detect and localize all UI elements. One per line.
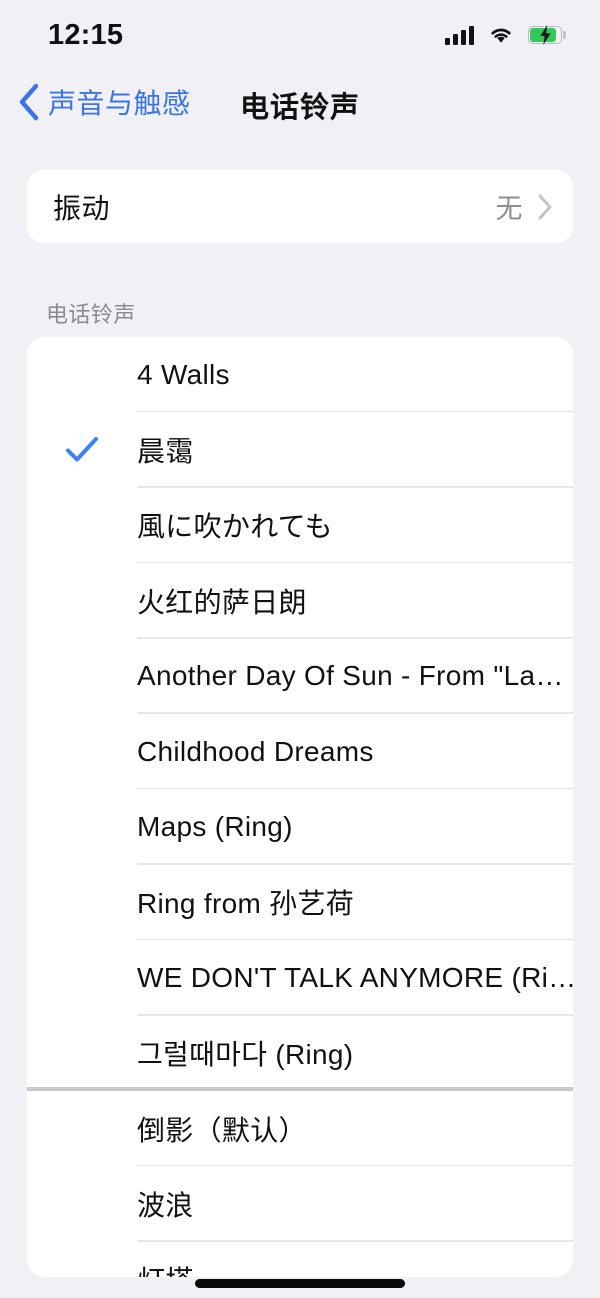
chevron-left-icon (19, 83, 39, 121)
status-bar: 12:15 (0, 0, 600, 70)
back-button-label: 声音与触感 (48, 88, 191, 119)
ringtone-row[interactable]: Ring from 孙艺荷 (27, 865, 573, 941)
ringtone-label: 4 Walls (137, 358, 230, 390)
vibration-row[interactable]: 振动 无 (27, 170, 573, 243)
ringtone-row[interactable]: Childhood Dreams (27, 714, 573, 790)
page-title: 电话铃声 (240, 92, 361, 124)
ringtone-row[interactable]: 風に吹かれても (27, 488, 573, 564)
wifi-icon (491, 28, 511, 43)
ringtone-check-slot (27, 436, 137, 464)
ringtone-row[interactable]: 4 Walls (27, 337, 573, 413)
cellular-signal-icon (445, 25, 474, 45)
home-indicator-bar[interactable] (195, 1279, 405, 1288)
ringtone-label: Ring from 孙艺荷 (137, 888, 355, 920)
ringtone-row[interactable]: Maps (Ring) (27, 789, 573, 865)
ringtone-label: 倒影（默认） (137, 1114, 307, 1146)
ringtone-label: 波浪 (137, 1189, 194, 1221)
ringtone-row[interactable]: 波浪 (27, 1166, 573, 1242)
battery-charging-icon (528, 25, 566, 45)
ringtone-list-card: 4 Walls 晨霭風に吹かれても 火红的萨日朗 Another Day Of Sun… (27, 337, 573, 1277)
checkmark-icon (66, 437, 98, 462)
ringtone-row[interactable]: Another Day Of Sun - From "La… (27, 639, 573, 714)
status-indicators (445, 25, 566, 45)
back-button[interactable]: 声音与触感 (18, 82, 191, 122)
phone-screen: 12:15 声音与触感 电话铃声 振动 无 电话铃声 4 Walls 晨霭 風に… (0, 0, 600, 1298)
ringtone-label: 灯塔 (137, 1259, 194, 1277)
vibration-value: 无 (495, 194, 523, 224)
vibration-label: 振动 (53, 192, 111, 224)
ringtone-row[interactable]: 灯塔 (27, 1242, 573, 1277)
charging-bolt-icon (540, 25, 551, 45)
ringtone-row[interactable]: 火红的萨日朗 (27, 563, 573, 639)
ringtone-label: 그럴때마다 (Ring) (137, 1039, 354, 1071)
ringtone-label: Another Day Of Sun - From "La… (137, 660, 564, 692)
ringtone-label: 風に吹かれても (137, 511, 333, 543)
ringtone-row[interactable]: 晨霭 (27, 412, 573, 488)
ringtone-row[interactable]: 倒影（默认） (27, 1091, 573, 1167)
ringtone-row[interactable]: WE DON'T TALK ANYMORE (Ri… (27, 940, 573, 1016)
ringtone-row[interactable]: 그럴때마다 (Ring) (27, 1016, 573, 1091)
chevron-right-icon (538, 194, 552, 219)
ringtone-label: WE DON'T TALK ANYMORE (Ri… (137, 961, 573, 993)
status-time: 12:15 (48, 18, 124, 51)
ringtone-label: Childhood Dreams (137, 735, 374, 767)
section-header-ringtones: 电话铃声 (46, 302, 136, 327)
navigation-bar: 声音与触感 电话铃声 (0, 72, 600, 140)
ringtone-label: Maps (Ring) (137, 811, 293, 843)
ringtone-label: 火红的萨日朗 (137, 586, 307, 618)
vibration-card: 振动 无 (27, 170, 573, 243)
ringtone-label: 晨霭 (137, 436, 194, 468)
